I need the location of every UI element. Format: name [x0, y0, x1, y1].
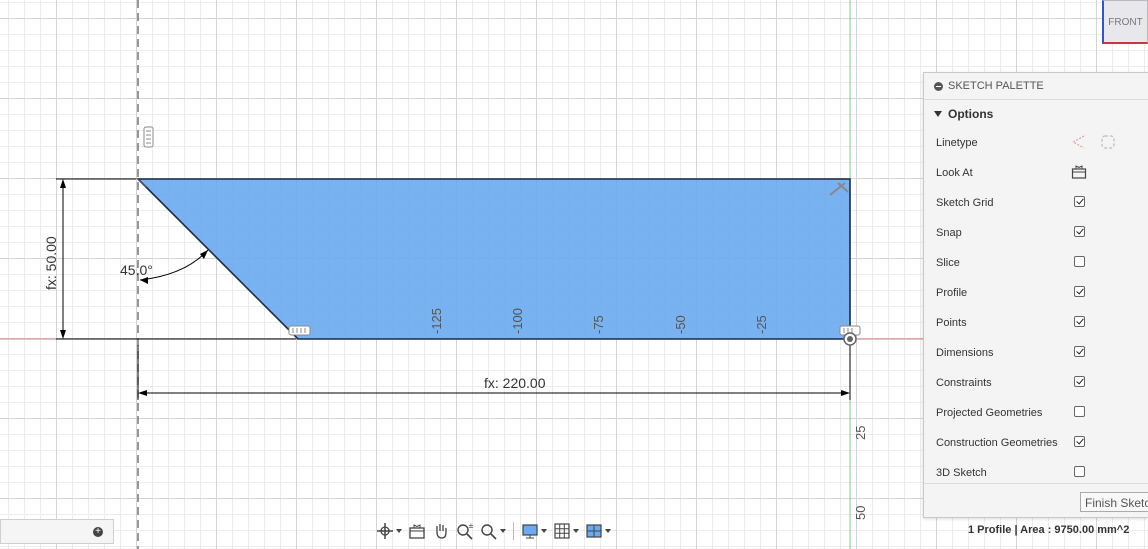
angle-dimension-label[interactable]: 45.0°: [120, 262, 153, 278]
option-projected-geometries: Projected Geometries: [924, 398, 1148, 428]
sketch-profile[interactable]: [136, 178, 851, 340]
option-label: 3D Sketch: [936, 467, 987, 479]
ruler-x-label: -50: [673, 315, 688, 334]
ruler-y-label: 25: [853, 426, 868, 440]
horizontal-dimension-label[interactable]: fx: 220.00: [484, 375, 546, 391]
horizontal-constraint-icon[interactable]: [288, 325, 311, 336]
option-label: Dimensions: [936, 347, 994, 359]
option-label: Projected Geometries: [936, 407, 1043, 419]
option-linetype: Linetype: [924, 128, 1148, 158]
option-label: Sketch Grid: [936, 197, 994, 209]
option-label: Linetype: [936, 137, 978, 149]
plus-icon[interactable]: +: [93, 527, 103, 537]
look-at-icon[interactable]: [1071, 164, 1087, 183]
sketch-palette-title: SKETCH PALETTE: [948, 80, 1044, 92]
svg-text:±: ±: [468, 522, 474, 530]
orbit-button[interactable]: [374, 520, 404, 542]
centerline-linetype-icon[interactable]: [1100, 134, 1116, 153]
angle-dimension[interactable]: 45.0°: [120, 249, 209, 284]
sketch-grid-checkbox[interactable]: [1074, 196, 1085, 207]
option-points: Points: [924, 308, 1148, 338]
collapse-icon[interactable]: [934, 81, 943, 91]
option-label: Constraints: [936, 377, 992, 389]
snap-checkbox[interactable]: [1074, 226, 1085, 237]
option-slice: Slice: [924, 248, 1148, 278]
zoom-icon: ±: [457, 522, 474, 540]
option-snap: Snap: [924, 218, 1148, 248]
pan-button[interactable]: [430, 520, 452, 542]
option-constraints: Constraints: [924, 368, 1148, 398]
horizontal-dimension[interactable]: fx: 220.00: [137, 345, 851, 400]
option-label: Profile: [936, 287, 968, 299]
display-settings-button[interactable]: [519, 520, 549, 542]
zoom-button[interactable]: ±: [454, 520, 476, 542]
sketch-palette-header[interactable]: SKETCH PALETTE: [924, 73, 1148, 100]
option-label: Look At: [936, 167, 973, 179]
viewports-icon: [586, 524, 602, 538]
viewports-button[interactable]: [583, 520, 613, 542]
projected-geometries-checkbox[interactable]: [1074, 406, 1085, 417]
ruler-x-label: -75: [591, 315, 606, 334]
sketch-palette-footer: Finish Sketch: [924, 483, 1148, 520]
profile-checkbox[interactable]: [1074, 286, 1085, 297]
finish-sketch-button[interactable]: Finish Sketch: [1080, 492, 1148, 512]
monitor-icon: [522, 524, 538, 539]
slice-checkbox[interactable]: [1074, 256, 1085, 267]
ruler-y-labels: 25 50: [853, 426, 868, 520]
ruler-x-label: -100: [510, 308, 525, 334]
grid-settings-button[interactable]: [551, 520, 581, 542]
chevron-down-icon: [934, 111, 942, 117]
option-profile: Profile: [924, 278, 1148, 308]
option-look-at: Look At: [924, 158, 1148, 188]
points-checkbox[interactable]: [1074, 316, 1085, 327]
status-profile-area: 1 Profile | Area : 9750.00 mm^2: [968, 524, 1130, 536]
navigation-toolbar: ±: [374, 518, 614, 544]
pan-hand-icon: [436, 524, 447, 539]
ruler-y-label: 50: [853, 506, 868, 520]
zoom-window-icon: [481, 524, 497, 540]
option-label: Snap: [936, 227, 962, 239]
construction-linetype-icon[interactable]: [1070, 134, 1086, 153]
look-at-icon: [409, 524, 425, 539]
grid-icon: [554, 523, 570, 539]
option-construction-geometries: Construction Geometries: [924, 428, 1148, 458]
ruler-x-label: -25: [754, 315, 769, 334]
orbit-icon: [377, 523, 393, 539]
option-label: Construction Geometries: [936, 437, 1058, 449]
viewcube[interactable]: FRONT: [1102, 0, 1148, 44]
sketch-palette: SKETCH PALETTE Options Linetype Look At …: [923, 72, 1148, 518]
option-label: Slice: [936, 257, 960, 269]
options-section-header[interactable]: Options: [924, 100, 1148, 128]
dimensions-checkbox[interactable]: [1074, 346, 1085, 357]
vertical-dimension-label[interactable]: fx: 50.00: [43, 236, 59, 290]
ruler-x-label: -125: [429, 308, 444, 334]
construction-geometries-checkbox[interactable]: [1074, 436, 1085, 447]
options-section-label: Options: [948, 107, 994, 121]
viewcube-front-label[interactable]: FRONT: [1108, 17, 1142, 28]
origin-point-icon[interactable]: [843, 332, 857, 346]
constraints-checkbox[interactable]: [1074, 376, 1085, 387]
vertical-constraint-icon[interactable]: [143, 126, 154, 148]
3d-sketch-checkbox[interactable]: [1074, 466, 1085, 477]
option-label: Points: [936, 317, 967, 329]
look-at-nav-button[interactable]: [406, 520, 428, 542]
option-dimensions: Dimensions: [924, 338, 1148, 368]
browser-panel-collapsed[interactable]: +: [0, 519, 114, 544]
option-sketch-grid: Sketch Grid: [924, 188, 1148, 218]
fit-button[interactable]: [478, 520, 508, 542]
